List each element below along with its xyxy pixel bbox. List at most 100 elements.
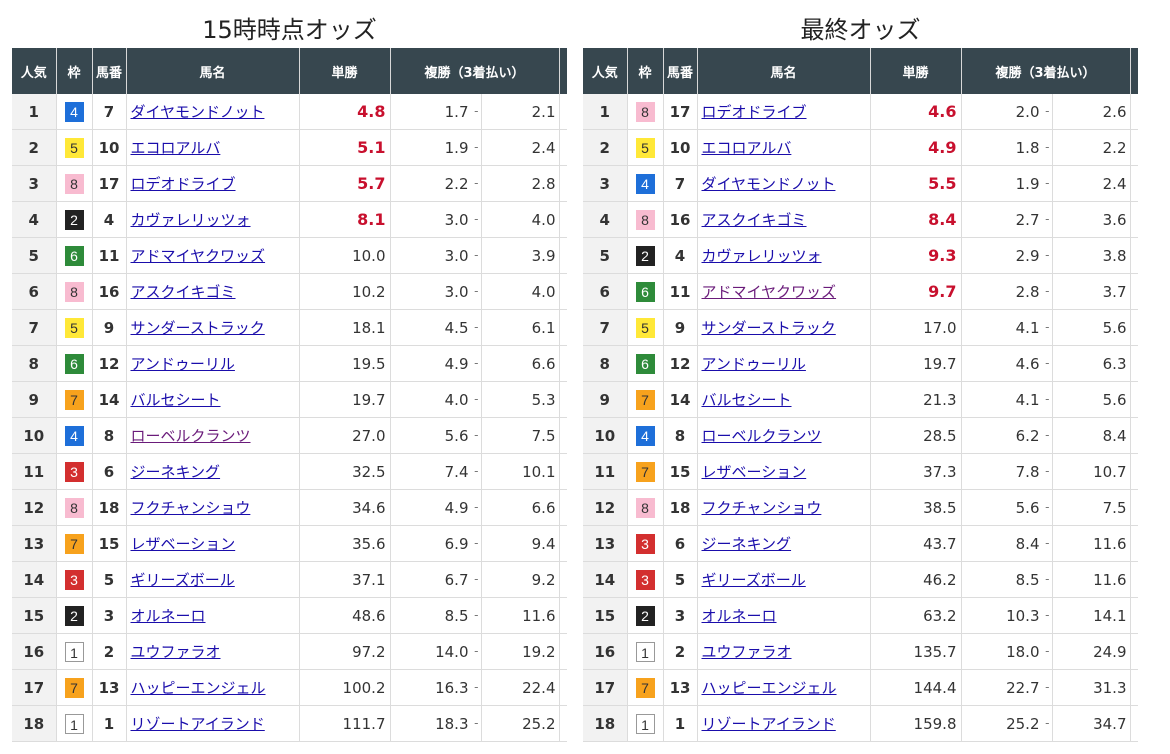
horse-name-link[interactable]: アドマイヤクワッズ — [131, 247, 266, 265]
horse-name-link[interactable]: ギリーズボール — [702, 571, 806, 589]
waku-cell: 6 — [627, 273, 664, 310]
horse-name-link[interactable]: レザベーション — [131, 535, 236, 553]
place-odds-high-cell: 11.6 — [1051, 561, 1131, 598]
waku-cell: 2 — [627, 597, 664, 634]
horse-name-link[interactable]: サンダーストラック — [702, 319, 836, 337]
table-row: 1 4 7 ダイヤモンドノット 4.8 1.7-2.1 — [12, 94, 567, 130]
horse-name-link[interactable]: エコロアルバ — [131, 139, 221, 157]
row-stub — [559, 453, 567, 490]
horse-name-link[interactable]: ダイヤモンドノット — [131, 103, 265, 121]
table-row: 16 1 2 ユウファラオ 135.7 18.0-24.9 — [583, 633, 1138, 670]
horse-name-link[interactable]: ダイヤモンドノット — [702, 175, 836, 193]
header-place-odds[interactable]: 複勝（3着払い） — [961, 48, 1131, 94]
waku-badge: 3 — [64, 569, 84, 590]
horse-name-link[interactable]: アドマイヤクワッズ — [702, 283, 837, 301]
horse-name-link[interactable]: リゾートアイランド — [702, 715, 836, 733]
horse-name-link[interactable]: オルネーロ — [702, 607, 777, 625]
header-place-odds[interactable]: 複勝（3着払い） — [390, 48, 560, 94]
waku-cell: 1 — [56, 705, 93, 742]
horse-name-link[interactable]: オルネーロ — [131, 607, 206, 625]
waku-badge: 6 — [635, 353, 655, 374]
horse-name-link[interactable]: レザベーション — [702, 463, 807, 481]
horse-name-link[interactable]: バルセシート — [702, 391, 792, 409]
range-dash: - — [1045, 356, 1050, 370]
horse-name-link[interactable]: フクチャンショウ — [702, 499, 822, 517]
place-odds-high-cell: 8.4 — [1051, 417, 1131, 454]
horse-name-link[interactable]: アンドゥーリル — [702, 355, 806, 373]
header-popularity[interactable]: 人気 — [583, 48, 628, 94]
popularity-cell: 9 — [12, 381, 57, 418]
row-stub — [559, 669, 567, 706]
table-row: 9 7 14 バルセシート 21.3 4.1-5.6 — [583, 381, 1138, 418]
header-umaban[interactable]: 馬番 — [92, 48, 127, 94]
horse-name-link[interactable]: ロデオドライブ — [702, 103, 807, 121]
horse-name-cell: オルネーロ — [126, 597, 300, 634]
horse-name-link[interactable]: ユウファラオ — [702, 643, 792, 661]
waku-cell: 3 — [56, 561, 93, 598]
horse-name-link[interactable]: リゾートアイランド — [131, 715, 265, 733]
waku-badge: 8 — [64, 497, 84, 518]
place-odds-low-cell: 4.5- — [390, 309, 482, 346]
win-odds-cell: 97.2 — [299, 633, 391, 670]
horse-name-link[interactable]: ユウファラオ — [131, 643, 221, 661]
waku-badge: 1 — [635, 713, 655, 734]
header-waku[interactable]: 枠 — [56, 48, 93, 94]
horse-name-link[interactable]: ジーネキング — [702, 535, 792, 553]
waku-cell: 8 — [56, 489, 93, 526]
header-horse-name[interactable]: 馬名 — [126, 48, 300, 94]
horse-name-link[interactable]: ギリーズボール — [131, 571, 235, 589]
place-odds-high-cell: 25.2 — [480, 705, 560, 742]
place-odds-low-cell: 10.3- — [961, 597, 1053, 634]
header-win-odds[interactable]: 単勝 — [299, 48, 391, 94]
umaban-cell: 16 — [92, 273, 127, 310]
place-odds-low-cell: 4.6- — [961, 345, 1053, 382]
row-stub — [559, 597, 567, 634]
place-odds-low-cell: 1.8- — [961, 129, 1053, 166]
horse-name-link[interactable]: カヴァレリッツォ — [702, 247, 822, 265]
header-horse-name[interactable]: 馬名 — [697, 48, 871, 94]
place-odds-high-cell: 7.5 — [1051, 489, 1131, 526]
popularity-cell: 11 — [12, 453, 57, 490]
panel-title: 最終オッズ — [800, 16, 921, 44]
horse-name-link[interactable]: ハッピーエンジェル — [702, 679, 837, 697]
range-dash: - — [1045, 212, 1050, 226]
horse-name-link[interactable]: ローベルクランツ — [702, 427, 822, 445]
row-stub — [559, 633, 567, 670]
waku-badge: 8 — [64, 281, 84, 302]
range-dash: - — [474, 176, 479, 190]
horse-name-link[interactable]: サンダーストラック — [131, 319, 265, 337]
win-odds-cell: 17.0 — [870, 309, 962, 346]
header-waku[interactable]: 枠 — [627, 48, 664, 94]
table-row: 14 3 5 ギリーズボール 46.2 8.5-11.6 — [583, 561, 1138, 598]
table-header-row: 人気 枠 馬番 馬名 単勝 複勝（3着払い） — [583, 48, 1138, 94]
umaban-cell: 1 — [92, 705, 127, 742]
waku-cell: 4 — [627, 417, 664, 454]
waku-cell: 4 — [56, 417, 93, 454]
umaban-cell: 8 — [663, 417, 698, 454]
umaban-cell: 11 — [92, 237, 127, 274]
row-stub — [1130, 273, 1138, 310]
header-popularity[interactable]: 人気 — [12, 48, 57, 94]
horse-name-link[interactable]: アンドゥーリル — [131, 355, 235, 373]
win-odds-cell: 37.3 — [870, 453, 962, 490]
range-dash: - — [1045, 572, 1050, 586]
horse-name-link[interactable]: アスクイキゴミ — [131, 283, 236, 301]
range-dash: - — [474, 140, 479, 154]
header-umaban[interactable]: 馬番 — [663, 48, 698, 94]
horse-name-link[interactable]: ハッピーエンジェル — [131, 679, 266, 697]
horse-name-link[interactable]: ジーネキング — [131, 463, 221, 481]
horse-name-link[interactable]: フクチャンショウ — [131, 499, 251, 517]
horse-name-link[interactable]: ロデオドライブ — [131, 175, 236, 193]
waku-cell: 1 — [56, 633, 93, 670]
win-odds-cell: 135.7 — [870, 633, 962, 670]
horse-name-link[interactable]: ローベルクランツ — [131, 427, 251, 445]
horse-name-link[interactable]: バルセシート — [131, 391, 221, 409]
waku-cell: 8 — [56, 273, 93, 310]
horse-name-link[interactable]: カヴァレリッツォ — [131, 211, 251, 229]
horse-name-link[interactable]: アスクイキゴミ — [702, 211, 807, 229]
waku-badge: 5 — [635, 317, 655, 338]
table-row: 12 8 18 フクチャンショウ 38.5 5.6-7.5 — [583, 489, 1138, 526]
header-win-odds[interactable]: 単勝 — [870, 48, 962, 94]
horse-name-link[interactable]: エコロアルバ — [702, 139, 792, 157]
popularity-cell: 2 — [583, 129, 628, 166]
